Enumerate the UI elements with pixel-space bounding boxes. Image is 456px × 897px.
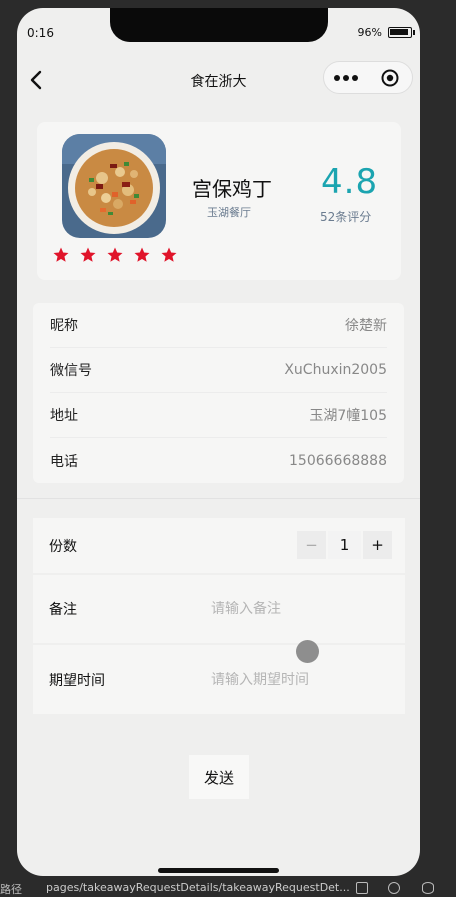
- info-row-phone: 电话 15066668888: [50, 438, 387, 483]
- order-form: 份数 − 1 + 备注 期望时间: [33, 518, 405, 714]
- info-label: 昵称: [50, 318, 78, 334]
- quantity-label: 份数: [49, 538, 77, 555]
- rating-count: 52条评分: [320, 210, 372, 224]
- send-button[interactable]: 发送: [189, 755, 249, 799]
- note-row: 备注: [33, 575, 405, 643]
- quantity-row: 份数 − 1 +: [33, 518, 405, 573]
- star-rating: [52, 246, 178, 264]
- expected-time-input[interactable]: [211, 671, 391, 688]
- food-card: 宫保鸡丁 玉湖餐厅 4.8 52条评分: [37, 122, 401, 280]
- info-row-wechat: 微信号 XuChuxin2005: [50, 348, 387, 393]
- touch-cursor: [296, 640, 319, 663]
- rating-score: 4.8: [321, 162, 379, 202]
- close-miniprogram-icon[interactable]: [368, 69, 412, 87]
- info-value: 15066668888: [289, 452, 387, 469]
- star-icon: [80, 247, 96, 262]
- info-value: XuChuxin2005: [284, 362, 387, 378]
- battery-icon: [388, 27, 415, 38]
- star-icon: [134, 247, 150, 262]
- battery-percent: 96%: [357, 26, 382, 39]
- devtools-bar: 路径 pages/takeawayRequestDetails/takeaway…: [0, 880, 456, 897]
- eye-icon[interactable]: [422, 882, 434, 894]
- decrease-button[interactable]: −: [297, 531, 326, 559]
- dish-name: 宫保鸡丁: [192, 177, 272, 201]
- user-info-card: 昵称 徐楚新 微信号 XuChuxin2005 地址 玉湖7幢105 电话 15…: [33, 303, 404, 483]
- info-value: 徐楚新: [345, 318, 387, 334]
- dish-image: [62, 134, 166, 238]
- settings-icon[interactable]: [388, 882, 400, 894]
- quantity-value[interactable]: 1: [328, 531, 361, 559]
- info-value: 玉湖7幢105: [309, 408, 387, 424]
- page-path: pages/takeawayRequestDetails/takeawayReq…: [46, 881, 350, 894]
- status-right: 96%: [357, 26, 415, 39]
- quantity-stepper: − 1 +: [297, 531, 392, 559]
- path-label: 路径: [0, 883, 22, 896]
- section-divider: [17, 498, 420, 499]
- star-icon: [107, 247, 123, 262]
- info-label: 电话: [50, 453, 78, 470]
- time-row: 期望时间: [33, 645, 405, 714]
- copy-icon[interactable]: [356, 882, 368, 894]
- note-label: 备注: [49, 602, 77, 618]
- more-menu-icon[interactable]: [324, 74, 368, 81]
- info-row-address: 地址 玉湖7幢105: [50, 393, 387, 438]
- home-indicator: [158, 868, 279, 873]
- increase-button[interactable]: +: [363, 531, 392, 559]
- miniprogram-capsule: [323, 61, 413, 94]
- time-label: 期望时间: [49, 672, 105, 689]
- info-label: 微信号: [50, 363, 92, 379]
- phone-screen: 0:16 96% 食在浙大 宫保鸡丁 玉湖餐厅 4.8 52条评分 昵称 徐楚新…: [17, 8, 420, 876]
- star-icon: [53, 247, 69, 262]
- info-row-nickname: 昵称 徐楚新: [50, 303, 387, 348]
- notch: [110, 8, 328, 42]
- info-label: 地址: [50, 408, 78, 424]
- status-time: 0:16: [27, 26, 54, 40]
- note-input[interactable]: [211, 601, 391, 617]
- restaurant-name: 玉湖餐厅: [207, 206, 251, 219]
- star-icon: [161, 247, 177, 262]
